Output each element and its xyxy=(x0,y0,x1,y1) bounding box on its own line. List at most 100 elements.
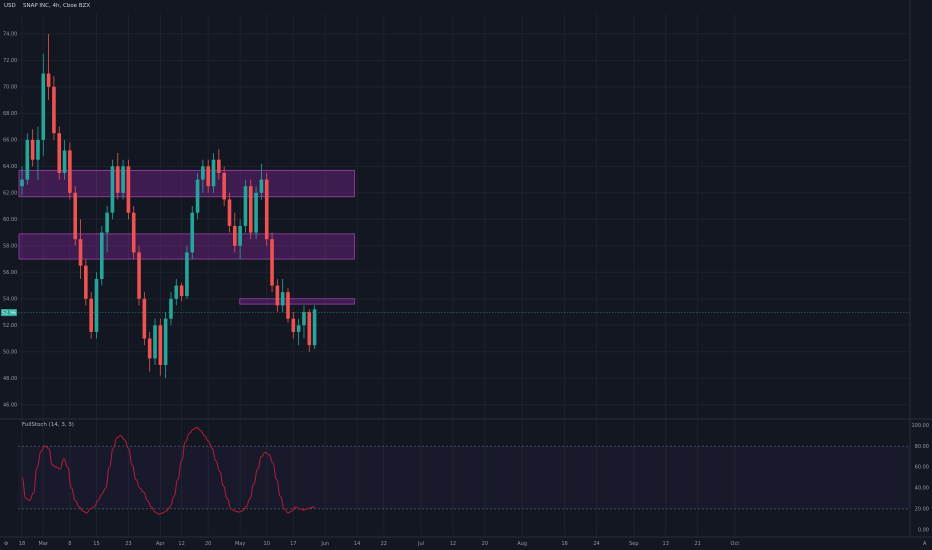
candle-body[interactable] xyxy=(137,252,141,299)
candle-body[interactable] xyxy=(248,186,253,233)
candlestick-chart[interactable]: 46.00 48.00 50.00 52.00 54.00 56.00 58.00 60.00… xyxy=(0,0,932,550)
time-tick-label: 13 xyxy=(663,541,669,547)
candle-body[interactable] xyxy=(158,325,163,366)
price-tick-label: 64.00 xyxy=(3,164,17,170)
candle-body[interactable] xyxy=(126,166,131,213)
candle-body[interactable] xyxy=(238,225,242,246)
time-tick-label: 12 xyxy=(178,541,184,547)
price-tick-label: 68.00 xyxy=(3,111,17,117)
candle-body[interactable] xyxy=(105,212,109,233)
candle-body[interactable] xyxy=(20,179,24,187)
candle-body[interactable] xyxy=(185,252,189,297)
candle-body[interactable] xyxy=(78,239,83,266)
time-tick-label: May xyxy=(235,541,245,547)
candle-body[interactable] xyxy=(110,166,115,213)
currency-label: USD xyxy=(4,3,16,9)
time-tick-label: Jun xyxy=(320,541,329,547)
candle-body[interactable] xyxy=(36,139,40,160)
candle-body[interactable] xyxy=(100,232,104,279)
candle-body[interactable] xyxy=(163,318,168,366)
candle-body[interactable] xyxy=(286,292,290,319)
price-tick-label: 66.00 xyxy=(3,138,17,144)
candle-body[interactable] xyxy=(174,285,179,299)
candle-body[interactable] xyxy=(264,179,269,240)
time-tick-label: 20 xyxy=(482,541,488,547)
candle-body[interactable] xyxy=(25,139,30,180)
time-tick-label: Mar xyxy=(39,541,49,547)
price-tick-label: 60.00 xyxy=(3,217,17,223)
candle-body[interactable] xyxy=(57,133,62,173)
time-tick-label: Jul xyxy=(417,541,424,547)
candle-body[interactable] xyxy=(131,212,136,253)
candle-body[interactable] xyxy=(302,312,306,326)
supply-demand-zone[interactable] xyxy=(239,298,355,305)
time-tick-label: Aug xyxy=(517,541,527,547)
oscillator-tick-label: 80.00 xyxy=(915,444,929,450)
indicator-label: FullStoch (14, 3, 3) xyxy=(22,422,74,428)
candle-body[interactable] xyxy=(222,172,226,200)
time-tick-label: 10 xyxy=(264,541,270,547)
chart-title: SNAP INC, 4h, Cboe BZX xyxy=(23,3,91,9)
candle-body[interactable] xyxy=(190,212,195,253)
candle-body[interactable] xyxy=(115,166,120,193)
candle-body[interactable] xyxy=(147,338,152,359)
price-tick-label: 50.00 xyxy=(3,349,17,355)
oscillator-tick-label: 0.00 xyxy=(918,527,929,533)
settings-icon[interactable]: ⚙ xyxy=(4,541,9,547)
candle-body[interactable] xyxy=(254,192,258,233)
time-tick-label: 20 xyxy=(205,541,211,547)
time-tick-label: 22 xyxy=(381,541,387,547)
candle-body[interactable] xyxy=(84,265,88,299)
candle-body[interactable] xyxy=(312,309,317,346)
candle-body[interactable] xyxy=(270,239,274,286)
candle-body[interactable] xyxy=(179,285,184,297)
candle-body[interactable] xyxy=(206,166,210,187)
candle-body[interactable] xyxy=(243,186,248,226)
time-tick-label: Oct xyxy=(731,541,740,547)
candle-body[interactable] xyxy=(291,318,296,332)
candle-body[interactable] xyxy=(201,166,205,180)
candle-body[interactable] xyxy=(233,225,237,246)
candle-body[interactable] xyxy=(296,325,301,332)
time-tick-label: Sep xyxy=(629,541,638,547)
candle-body[interactable] xyxy=(307,312,312,346)
candle-body[interactable] xyxy=(52,86,56,134)
candle-body[interactable] xyxy=(94,278,99,332)
candle-body[interactable] xyxy=(195,179,200,213)
candle-body[interactable] xyxy=(73,192,77,240)
candle-body[interactable] xyxy=(280,292,285,306)
candle-body[interactable] xyxy=(259,179,264,193)
price-tick-label: 72.00 xyxy=(3,58,17,64)
time-tick-label: 16 xyxy=(561,541,567,547)
candle-body[interactable] xyxy=(275,285,280,306)
price-tick-label: 48.00 xyxy=(3,376,17,382)
oscillator-tick-label: 20.00 xyxy=(915,507,929,513)
candle-body[interactable] xyxy=(217,159,221,173)
candle-body[interactable] xyxy=(62,150,67,173)
time-tick-label: 21 xyxy=(694,541,700,547)
price-tick-label: 62.00 xyxy=(3,191,17,197)
candle-body[interactable] xyxy=(153,325,157,359)
time-tick-label: 23 xyxy=(125,541,131,547)
auto-scale-icon[interactable]: A xyxy=(923,541,927,547)
candle-body[interactable] xyxy=(68,150,72,193)
candle-body[interactable] xyxy=(169,298,173,319)
candle-body[interactable] xyxy=(142,298,147,339)
price-tick-label: 52.00 xyxy=(3,323,17,329)
candle-body[interactable] xyxy=(89,298,93,332)
price-tick-label: 74.00 xyxy=(3,32,17,38)
price-tick-label: 56.00 xyxy=(3,270,17,276)
price-tick-label: 46.00 xyxy=(3,402,17,408)
candle-body[interactable] xyxy=(41,73,46,140)
oscillator-tick-label: 100.00 xyxy=(912,423,930,429)
candle-body[interactable] xyxy=(227,199,232,226)
candle-body[interactable] xyxy=(121,166,125,193)
candle-body[interactable] xyxy=(46,73,51,87)
candle-body[interactable] xyxy=(30,139,35,160)
time-tick-label: 17 xyxy=(290,541,296,547)
last-price-value: 52.96 xyxy=(2,310,16,316)
candle-body[interactable] xyxy=(211,159,216,187)
price-tick-label: 70.00 xyxy=(3,85,17,91)
price-tick-label: 58.00 xyxy=(3,244,17,250)
time-tick-label: 8 xyxy=(68,541,71,547)
